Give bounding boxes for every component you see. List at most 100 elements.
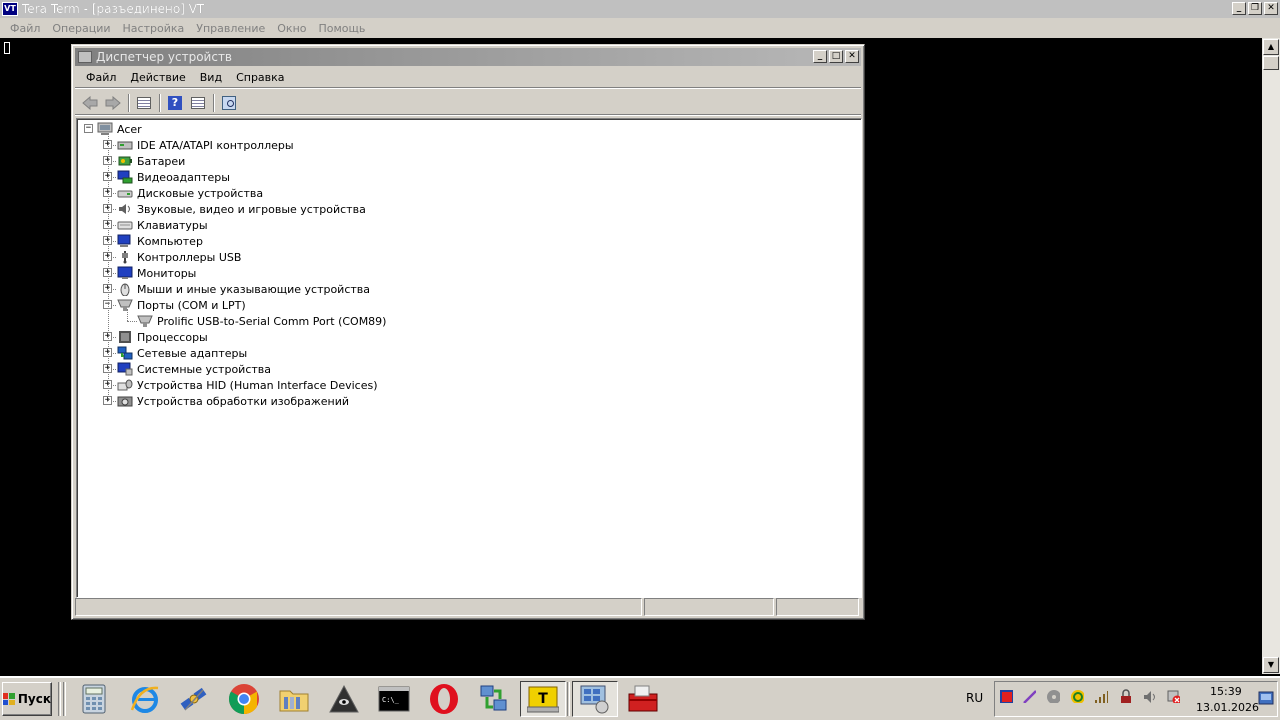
satellite-icon[interactable] bbox=[171, 681, 217, 717]
clock-time[interactable]: 15:39 bbox=[1210, 685, 1242, 698]
help-icon[interactable]: ? bbox=[164, 93, 186, 113]
restore-button[interactable]: ❐ bbox=[1248, 2, 1262, 15]
menu-operations[interactable]: Операции bbox=[46, 22, 116, 35]
close-button[interactable]: ✕ bbox=[1264, 2, 1278, 15]
dm-menu-view[interactable]: Вид bbox=[193, 71, 229, 84]
toolbar-separator bbox=[128, 93, 130, 112]
tree-category[interactable]: Устройства HID (Human Interface Devices) bbox=[117, 377, 378, 393]
taskbar: Пуск C:\_ T RU 15:39 13.01.2026 bbox=[0, 676, 1280, 720]
show-desktop-icon[interactable] bbox=[1258, 691, 1274, 705]
tree-category[interactable]: Сетевые адаптеры bbox=[117, 345, 247, 361]
tree-root-acer[interactable]: Acer bbox=[97, 121, 142, 137]
dm-maximize-button[interactable]: □ bbox=[829, 50, 843, 63]
opera-icon[interactable] bbox=[421, 681, 467, 717]
tree-item-label: Мониторы bbox=[137, 266, 197, 280]
tree-category[interactable]: Звуковые, видео и игровые устройства bbox=[117, 201, 366, 217]
disk-icon bbox=[117, 186, 133, 200]
back-icon[interactable] bbox=[79, 93, 101, 113]
language-indicator[interactable]: RU bbox=[966, 691, 983, 705]
tree-category[interactable]: IDE ATA/ATAPI контроллеры bbox=[117, 137, 294, 153]
start-label: Пуск bbox=[17, 692, 51, 706]
device-manager-icon bbox=[78, 51, 92, 63]
dm-menu-action[interactable]: Действие bbox=[123, 71, 192, 84]
menu-control[interactable]: Управление bbox=[190, 22, 271, 35]
tree-category[interactable]: Порты (COM и LPT) bbox=[117, 297, 246, 313]
view-icon[interactable] bbox=[187, 93, 209, 113]
tree-item-label: Компьютер bbox=[137, 234, 203, 248]
lock-icon[interactable] bbox=[1118, 689, 1132, 703]
disc-icon[interactable] bbox=[1046, 689, 1060, 703]
tree-category[interactable]: Дисковые устройства bbox=[117, 185, 263, 201]
menu-setup[interactable]: Настройка bbox=[117, 22, 191, 35]
tree-category[interactable]: Клавиатуры bbox=[117, 217, 208, 233]
monitor-icon bbox=[117, 266, 133, 280]
eye-pyramid-icon[interactable] bbox=[321, 681, 367, 717]
forward-icon[interactable] bbox=[102, 93, 124, 113]
volume-icon[interactable] bbox=[1142, 689, 1156, 703]
dm-minimize-button[interactable]: _ bbox=[813, 50, 827, 63]
dm-close-button[interactable]: ✕ bbox=[845, 50, 859, 63]
tree-item-label: Контроллеры USB bbox=[137, 250, 242, 264]
tree-category[interactable]: Мыши и иные указывающие устройства bbox=[117, 281, 370, 297]
menu-help[interactable]: Помощь bbox=[313, 22, 372, 35]
clock-date[interactable]: 13.01.2026 bbox=[1196, 701, 1259, 714]
tree-item-label: Acer bbox=[117, 122, 142, 136]
terminal-cursor bbox=[4, 42, 10, 54]
scroll-thumb[interactable] bbox=[1263, 56, 1279, 70]
menu-window[interactable]: Окно bbox=[271, 22, 312, 35]
internet-explorer-icon[interactable] bbox=[122, 681, 168, 717]
mouse-icon bbox=[117, 282, 133, 296]
device-manager-titlebar[interactable]: Диспетчер устройств _ □ ✕ bbox=[75, 48, 861, 66]
pen-icon[interactable] bbox=[1022, 689, 1036, 703]
network-transfer-icon[interactable] bbox=[471, 681, 517, 717]
scroll-down-arrow-icon[interactable]: ▼ bbox=[1263, 657, 1279, 673]
hid-icon bbox=[117, 378, 133, 392]
tree-category[interactable]: Видеоадаптеры bbox=[117, 169, 230, 185]
status-cell-3 bbox=[776, 598, 859, 616]
network-error-icon[interactable] bbox=[1166, 689, 1180, 703]
start-button[interactable]: Пуск bbox=[2, 682, 52, 716]
dm-menu-help[interactable]: Справка bbox=[229, 71, 291, 84]
scan-hardware-icon[interactable] bbox=[218, 93, 240, 113]
network-icon bbox=[117, 346, 133, 360]
menu-file[interactable]: Файл bbox=[4, 22, 46, 35]
calculator-icon[interactable] bbox=[71, 681, 117, 717]
status-cell-main bbox=[75, 598, 642, 616]
tree-category[interactable]: Контроллеры USB bbox=[117, 249, 241, 265]
tree-category[interactable]: Мониторы bbox=[117, 265, 196, 281]
properties-icon[interactable] bbox=[133, 93, 155, 113]
device-manager-icon[interactable] bbox=[572, 681, 618, 717]
tree-item-label: Мыши и иные указывающие устройства bbox=[137, 282, 371, 296]
cmd-icon[interactable]: C:\_ bbox=[371, 681, 417, 717]
status-cell-2 bbox=[644, 598, 774, 616]
tree-category[interactable]: Устройства обработки изображений bbox=[117, 393, 349, 409]
collapse-toggle-icon[interactable]: − bbox=[84, 124, 93, 133]
teraterm-titlebar[interactable]: VT Tera Term - [разъединено] VT _ ❐ ✕ bbox=[0, 0, 1280, 18]
dm-menu-file[interactable]: Файл bbox=[79, 71, 123, 84]
system-icon bbox=[117, 362, 133, 376]
chrome-icon[interactable] bbox=[221, 681, 267, 717]
tree-item-label: Батареи bbox=[137, 154, 186, 168]
window-title: Tera Term - [разъединено] VT bbox=[22, 1, 205, 16]
teraterm-icon[interactable]: T bbox=[520, 681, 566, 717]
svg-text:C:\_: C:\_ bbox=[382, 696, 400, 704]
tree-category[interactable]: Компьютер bbox=[117, 233, 203, 249]
imaging-icon bbox=[117, 394, 133, 408]
teraterm-app-icon[interactable]: VT bbox=[2, 1, 18, 16]
tree-category[interactable]: Системные устройства bbox=[117, 361, 271, 377]
tree-device-item[interactable]: Prolific USB-to-Serial Comm Port (COM89) bbox=[137, 313, 386, 329]
scroll-up-arrow-icon[interactable]: ▲ bbox=[1263, 39, 1279, 55]
folder-icon[interactable] bbox=[271, 681, 317, 717]
tree-item-label: Системные устройства bbox=[137, 362, 271, 376]
tree-category[interactable]: Батареи bbox=[117, 153, 185, 169]
port-icon bbox=[137, 314, 153, 328]
tree-category[interactable]: Процессоры bbox=[117, 329, 208, 345]
keyboard-icon bbox=[117, 218, 133, 232]
terminal-scrollbar[interactable]: ▲ ▼ bbox=[1262, 38, 1280, 674]
device-tree[interactable]: − Acer + IDE ATA/ATAPI контроллеры + Батареи +… bbox=[76, 118, 862, 598]
minimize-button[interactable]: _ bbox=[1232, 2, 1246, 15]
signal-icon[interactable] bbox=[1094, 689, 1108, 703]
toolbox-icon[interactable] bbox=[620, 681, 666, 717]
update-icon[interactable] bbox=[1070, 689, 1084, 703]
stop-icon[interactable] bbox=[999, 689, 1013, 703]
